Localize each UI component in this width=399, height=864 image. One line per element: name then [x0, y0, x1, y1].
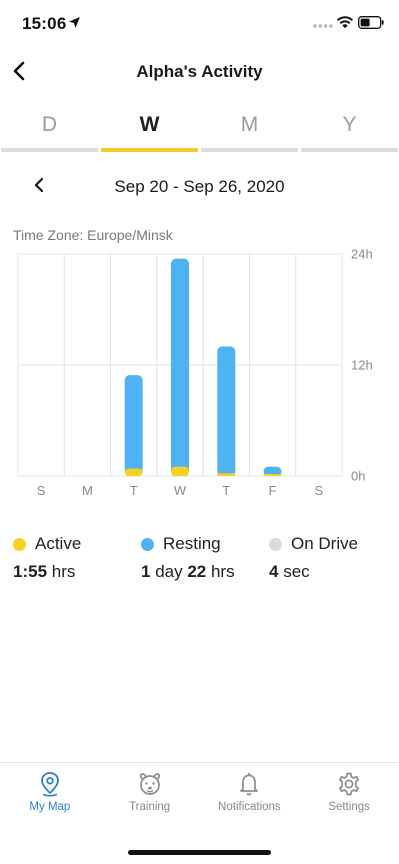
tab-label: Y — [342, 113, 357, 136]
tab-label: My Map — [29, 801, 71, 813]
activity-legend: Active 1:55 hrs Resting 1 day 22 hrs On Driv… — [0, 532, 399, 592]
tab-label: Notifications — [218, 801, 281, 813]
period-tabs: DWMY — [0, 100, 399, 152]
activity-bar-chart: 0h 12h 24h S M T W T F S — [17, 247, 373, 498]
signal-icon — [313, 24, 333, 28]
tab-underline — [1, 148, 98, 152]
x-tick-label: S — [37, 483, 46, 498]
location-arrow-icon — [69, 17, 80, 28]
tab-label: Settings — [328, 801, 370, 813]
tab-underline — [201, 148, 298, 152]
bell-icon — [240, 773, 259, 796]
timezone-label: Time Zone: Europe/Minsk — [13, 227, 173, 243]
tab-m[interactable]: M — [201, 100, 298, 152]
tab-label: W — [139, 113, 160, 136]
x-tick-label: T — [222, 483, 230, 498]
legend-dot — [269, 538, 282, 551]
page-title: Alpha's Activity — [136, 62, 263, 81]
legend-dot — [141, 538, 154, 551]
gear-icon — [339, 772, 360, 796]
bar-active — [124, 468, 143, 476]
bar-resting — [171, 258, 189, 476]
tab-label: D — [41, 113, 58, 136]
tab-label: Training — [129, 801, 171, 813]
tab-d[interactable]: D — [1, 100, 98, 152]
battery-icon — [358, 16, 384, 29]
tab-underline — [301, 148, 398, 152]
y-tick-label: 12h — [351, 358, 373, 373]
x-tick-label: S — [315, 483, 324, 498]
tab-underline — [101, 148, 198, 152]
y-tick-label: 0h — [351, 469, 365, 484]
legend-dot — [13, 538, 26, 551]
date-range-row: Sep 20 - Sep 26, 2020 — [0, 166, 399, 206]
tab-notifications[interactable]: Notifications — [200, 763, 300, 816]
tab-my-map[interactable]: My Map — [0, 763, 100, 816]
x-tick-label: M — [82, 483, 93, 498]
tab-w[interactable]: W — [101, 100, 198, 152]
nav-header: Alpha's Activity — [0, 48, 399, 96]
date-range-label: Sep 20 - Sep 26, 2020 — [114, 177, 285, 196]
tab-settings[interactable]: Settings — [299, 763, 399, 816]
legend-name: Resting — [163, 534, 221, 553]
tab-y[interactable]: Y — [301, 100, 398, 152]
wifi-icon — [336, 16, 354, 29]
legend-value: 1:55 hrs — [13, 562, 76, 581]
x-tick-label: F — [269, 483, 277, 498]
legend-name: On Drive — [291, 534, 359, 553]
bar-active — [171, 466, 189, 476]
tab-training[interactable]: Training — [100, 763, 200, 816]
y-tick-label: 24h — [351, 247, 373, 262]
map-pin-icon — [40, 772, 59, 797]
bottom-tab-bar: My Map Training Notifications Settings — [0, 762, 399, 816]
x-tick-label: W — [174, 483, 187, 498]
status-time: 15:06 — [22, 14, 67, 33]
bar-active — [217, 473, 236, 476]
x-tick-label: T — [130, 483, 138, 498]
home-indicator — [128, 850, 271, 855]
bar-active — [263, 474, 282, 476]
legend-value: 4 sec — [269, 562, 310, 581]
tab-label: M — [240, 113, 259, 136]
bar-resting — [217, 346, 236, 476]
bar-resting — [124, 375, 143, 476]
legend-value: 1 day 22 hrs — [141, 562, 235, 581]
legend-name: Active — [35, 534, 82, 553]
dog-face-icon — [139, 773, 160, 795]
status-bar: 15:06 — [0, 0, 399, 48]
